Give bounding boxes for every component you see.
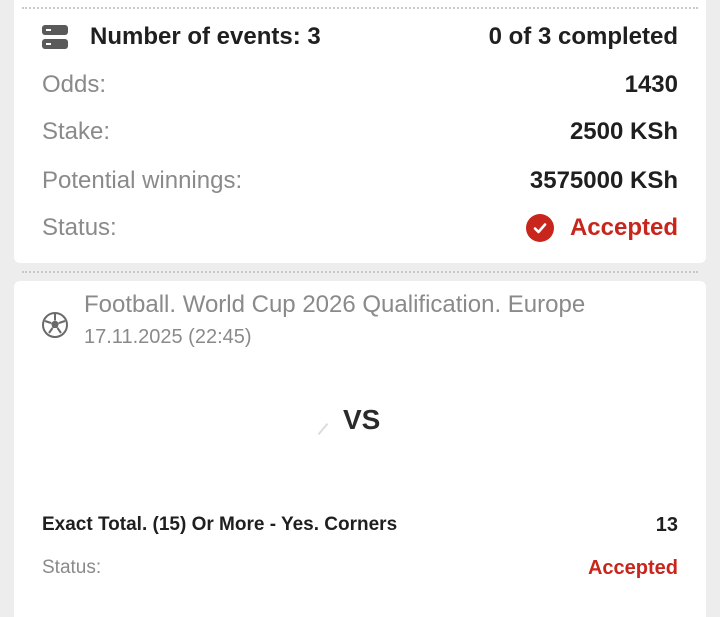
event-header: Football. World Cup 2026 Qualification. …: [42, 290, 585, 349]
odds-label: Odds:: [42, 71, 107, 98]
winnings-label: Potential winnings:: [42, 167, 243, 194]
events-count: Number of events: 3: [42, 23, 321, 51]
events-count-label: Number of events: 3: [90, 23, 321, 50]
ticket-notch-left: [6, 264, 22, 280]
status-badge: Accepted: [525, 214, 678, 242]
stake-label: Stake:: [42, 118, 111, 145]
winnings-value: 3575000 KSh: [529, 167, 678, 194]
events-header: Number of events: 3 0 of 3 completed: [42, 22, 678, 52]
event-title: Football. World Cup 2026 Qualification. …: [84, 291, 586, 318]
event-info: Football. World Cup 2026 Qualification. …: [84, 290, 585, 349]
events-list-icon: [42, 25, 68, 49]
status-label: Status:: [42, 214, 117, 241]
event-status-row: Status: Accepted: [42, 554, 678, 582]
bet-details-page: Number of events: 3 0 of 3 completed Odd…: [0, 0, 720, 617]
winnings-row: Potential winnings: 3575000 KSh: [42, 166, 678, 196]
completed-count: 0 of 3 completed: [488, 23, 678, 50]
ticket-notch-right: [698, 264, 714, 280]
stake-value: 2500 KSh: [569, 118, 678, 145]
ticket-divider: [22, 271, 698, 273]
divider: [22, 7, 698, 9]
status-value: Accepted: [569, 214, 678, 241]
status-row: Status: Accepted: [42, 213, 678, 243]
odds-value: 1430: [624, 71, 678, 98]
event-status-value: Accepted: [587, 556, 678, 579]
event-datetime: 17.11.2025 (22:45): [84, 326, 252, 348]
football-icon: [42, 312, 68, 338]
event-status-label: Status:: [42, 557, 102, 578]
odds-row: Odds: 1430: [42, 70, 678, 100]
check-circle-icon: [525, 214, 554, 242]
market-odds: 13: [655, 513, 678, 536]
vs-label: VS: [343, 404, 381, 435]
stake-row: Stake: 2500 KSh: [42, 117, 678, 147]
market-label: Exact Total. (15) Or More - Yes. Corners: [42, 514, 398, 535]
market-row: Exact Total. (15) Or More - Yes. Corners…: [42, 511, 678, 539]
